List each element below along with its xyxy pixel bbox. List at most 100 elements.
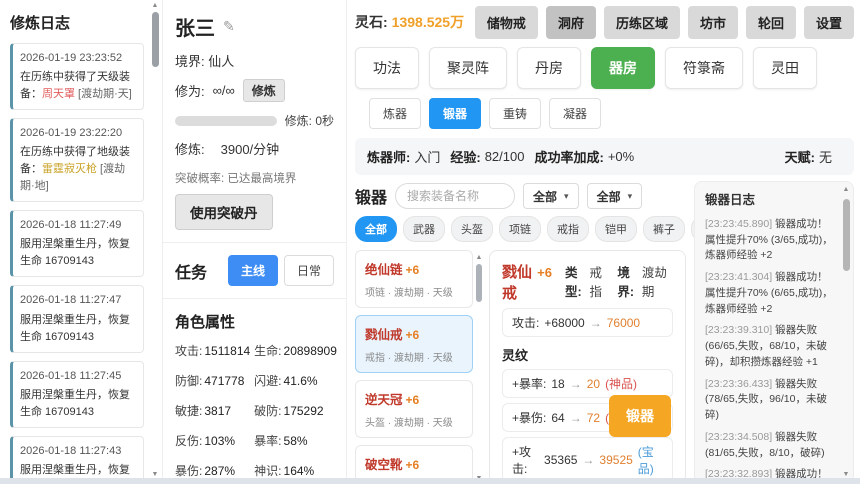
horizontal-scrollbar-track[interactable] <box>0 478 860 484</box>
craftsman-info-bar: 炼器师: 入门 经验: 82/100 成功率加成: +0% 天赋: 无 <box>355 138 854 175</box>
realm-value: 仙人 <box>208 54 234 69</box>
attr-value: 1511814 <box>204 344 250 358</box>
nav-market-button[interactable]: 坊市 <box>688 6 738 39</box>
nav-storage-ring-button[interactable]: 储物戒 <box>475 6 538 39</box>
equipment-list: 绝仙链+6 项链 · 渡劫期 · 天级 戮仙戒+6 戒指 · 渡劫期 · 天级 … <box>355 250 473 484</box>
log-entry-text: 服用涅槃重生丹，恢复生命 16709143 <box>20 312 136 346</box>
subtab-craft[interactable]: 炼器 <box>369 98 421 129</box>
arrow-right-icon: → <box>582 453 594 467</box>
log-text-highlight: 周天罩 <box>42 88 75 100</box>
equipment-meta: 戒指 · 渡劫期 · 天级 <box>365 349 463 364</box>
edit-name-icon[interactable]: ✎ <box>223 18 235 35</box>
attribute-item: 破防:175292 <box>254 402 337 419</box>
craftsman-exp-value: 82/100 <box>485 149 525 164</box>
scroll-up-icon[interactable]: ▲ <box>843 185 850 196</box>
forge-log-entry: [23:23:34.508] 锻器失败 (81/65,失败，8/10，破碎) <box>705 430 837 462</box>
attribute-item: 生命:20898909 <box>254 342 337 359</box>
subtab-forge[interactable]: 锻器 <box>429 98 481 129</box>
attribute-item: 暴伤:287% <box>175 462 250 479</box>
tab-daily-quest[interactable]: 日常 <box>284 255 334 286</box>
nav-cave-dwelling-button[interactable]: 洞府 <box>546 6 596 39</box>
equipment-meta: 头盔 · 渡劫期 · 天级 <box>365 414 463 429</box>
pill-all[interactable]: 全部 <box>355 216 397 242</box>
equipment-list-scrollbar[interactable]: ▲ ▼ <box>473 250 485 484</box>
stat-from: 35365 <box>544 453 577 467</box>
tasks-section: 任务 主线 日常 <box>163 243 346 299</box>
craftsman-role-label: 炼器师: <box>367 147 410 166</box>
tab-spirit-field[interactable]: 灵田 <box>753 47 817 89</box>
tab-gongfa[interactable]: 功法 <box>355 47 419 89</box>
scrollbar-thumb[interactable] <box>152 12 159 67</box>
attributes-grid: 攻击:1511814 生命:20898909 防御:471778 闪避:41.6… <box>175 342 334 479</box>
log-entry-time: 2026-01-18 11:27:45 <box>20 368 136 385</box>
detail-type-label: 类型: <box>565 262 585 300</box>
tab-talisman-hall[interactable]: 符箓斋 <box>665 47 743 89</box>
subtab-condense[interactable]: 凝器 <box>549 98 601 129</box>
forge-log-panel: 锻器日志 [23:23:45.890] 锻器成功！属性提升70% (3/65,成… <box>694 181 854 484</box>
subtab-recast[interactable]: 重铸 <box>489 98 541 129</box>
forge-content: 锻器 全部 ▾ 全部 ▾ 全部 武器 头盔 项链 戒指 <box>355 181 854 484</box>
equipment-meta: 项链 · 渡劫期 · 天级 <box>365 284 463 299</box>
forge-button[interactable]: 锻器 <box>609 395 671 437</box>
equipment-item[interactable]: 绝仙链+6 项链 · 渡劫期 · 天级 <box>355 250 473 308</box>
cultivate-button[interactable]: 修炼 <box>243 79 285 102</box>
cultivation-rate-row: 修炼:3900/分钟 <box>175 139 334 158</box>
scrollbar-thumb[interactable] <box>476 264 482 302</box>
forge-log-scrollbar[interactable]: ▲ ▼ <box>841 185 851 480</box>
pill-necklace[interactable]: 项链 <box>499 216 541 242</box>
log-entry-text: 服用涅槃重生丹，恢复生命 16709143 <box>20 236 136 270</box>
detail-type-value: 戒指 <box>590 262 607 300</box>
pill-armor[interactable]: 铠甲 <box>595 216 637 242</box>
nav-reincarnation-button[interactable]: 轮回 <box>746 6 796 39</box>
attr-value: 3817 <box>204 404 231 418</box>
cultivation-log-title: 修炼日志 <box>10 12 144 33</box>
log-entry-card: 2026-01-18 11:27:45 服用涅槃重生丹，恢复生命 1670914… <box>10 361 144 428</box>
stat-from: +68000 <box>544 316 584 330</box>
scroll-down-icon[interactable]: ▼ <box>152 471 159 478</box>
tab-artifact-room[interactable]: 器房 <box>591 47 655 89</box>
filter-dropdown-2[interactable]: 全部 ▾ <box>587 183 643 209</box>
stat-from: 64 <box>551 411 564 425</box>
equipment-item[interactable]: 逆天冠+6 头盔 · 渡劫期 · 天级 <box>355 380 473 438</box>
equipment-row: 绝仙链+6 项链 · 渡劫期 · 天级 戮仙戒+6 戒指 · 渡劫期 · 天级 … <box>355 250 686 484</box>
log-entry-card: 2026-01-18 11:27:43 服用涅槃重生丹，恢复生命 1670914… <box>10 436 144 484</box>
attr-label: 敏捷: <box>175 404 202 418</box>
cultivation-log-panel: 修炼日志 2026-01-19 23:23:52 在历练中获得了天级装备：周天罩… <box>0 0 148 484</box>
scroll-up-icon[interactable]: ▲ <box>152 2 159 9</box>
pill-helmet[interactable]: 头盔 <box>451 216 493 242</box>
detail-enhance-level: +6 <box>537 265 552 280</box>
equipment-enhance-level: +6 <box>406 393 420 407</box>
forge-log-title: 锻器日志 <box>705 191 837 210</box>
nav-settings-button[interactable]: 设置 <box>804 6 854 39</box>
scrollbar-thumb[interactable] <box>843 199 850 271</box>
equipment-enhance-level: +6 <box>406 328 420 342</box>
filter-dropdown-1[interactable]: 全部 ▾ <box>523 183 579 209</box>
spirit-stone-value: 1398.525万 <box>392 12 464 32</box>
attr-label: 生命: <box>254 344 281 358</box>
character-name: 张三 <box>175 12 215 41</box>
use-breakthrough-pill-button[interactable]: 使用突破丹 <box>175 194 273 230</box>
sidebar-scrollbar[interactable]: ▲ ▼ <box>148 0 163 484</box>
scroll-up-icon[interactable]: ▲ <box>476 254 483 261</box>
pill-weapon[interactable]: 武器 <box>403 216 445 242</box>
log-entry-text: 在历练中获得了地级装备：雷霆寂灭枪 [渡劫期·地] <box>20 144 136 195</box>
tab-pill-room[interactable]: 丹房 <box>517 47 581 89</box>
forge-title: 锻器 <box>355 184 387 208</box>
nav-training-area-button[interactable]: 历练区域 <box>604 6 680 39</box>
character-section: 张三 ✎ 境界: 仙人 修为: ∞/∞ 修炼 修炼: 0秒 修炼:3900/分钟… <box>163 0 346 243</box>
equipment-item-selected[interactable]: 戮仙戒+6 戒指 · 渡劫期 · 天级 <box>355 315 473 373</box>
category-filter-pills: 全部 武器 头盔 项链 戒指 铠甲 裤子 鞋子 <box>355 216 686 242</box>
pill-ring[interactable]: 戒指 <box>547 216 589 242</box>
detail-title-row: 戮仙戒 +6 类型: 戒指 境界: 渡劫期 <box>502 261 673 303</box>
forge-log-time: [23:23:45.890] <box>705 218 772 230</box>
facility-tabs: 功法 聚灵阵 丹房 器房 符箓斋 灵田 <box>355 47 854 89</box>
stat-label: +暴伤: <box>512 409 546 426</box>
tab-main-quest[interactable]: 主线 <box>228 255 278 286</box>
craftsman-bonus-value: +0% <box>608 149 634 164</box>
main-area: 灵石: 1398.525万 储物戒 洞府 历练区域 坊市 轮回 设置 功法 聚灵… <box>347 0 860 484</box>
pill-pants[interactable]: 裤子 <box>643 216 685 242</box>
equipment-search-input[interactable] <box>395 183 515 209</box>
top-nav-buttons: 储物戒 洞府 历练区域 坊市 轮回 设置 <box>475 6 854 39</box>
detail-realm-value: 渡劫期 <box>642 262 667 300</box>
tab-spirit-array[interactable]: 聚灵阵 <box>429 47 507 89</box>
